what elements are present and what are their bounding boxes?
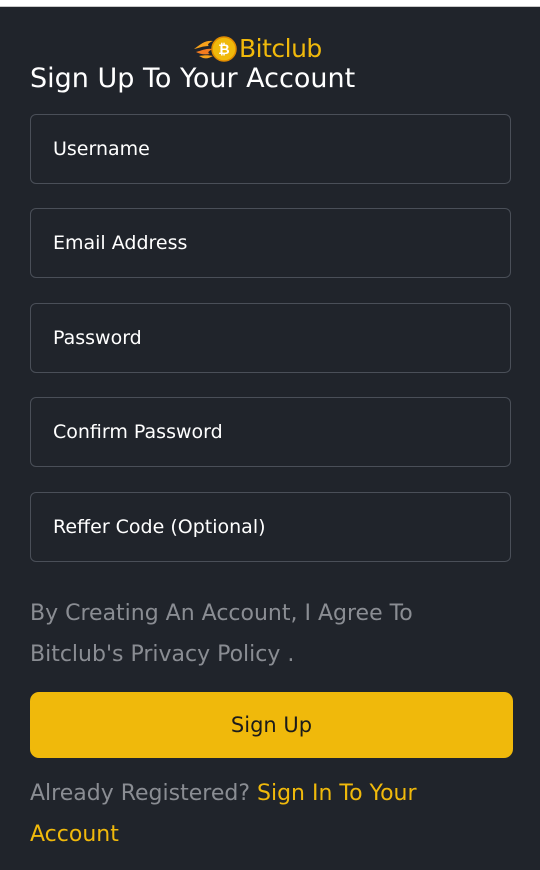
email-field[interactable] xyxy=(30,208,511,278)
signup-button[interactable]: Sign Up xyxy=(30,692,513,758)
confirm-password-field[interactable] xyxy=(30,397,511,467)
terms-text: By Creating An Account, I Agree To Bitcl… xyxy=(30,601,413,667)
already-registered-prompt: Already Registered? Sign In To Your Acco… xyxy=(30,773,500,855)
password-field[interactable] xyxy=(30,303,511,373)
username-field[interactable] xyxy=(30,114,511,184)
page-title: Sign Up To Your Account xyxy=(30,63,356,94)
svg-text:₿: ₿ xyxy=(218,42,229,58)
window-top-bar xyxy=(0,0,540,7)
signup-panel: ₿ Bitclub Sign Up To Your Account By Cre… xyxy=(0,7,540,870)
already-registered-text: Already Registered? xyxy=(30,781,250,806)
referral-code-field[interactable] xyxy=(30,492,511,562)
